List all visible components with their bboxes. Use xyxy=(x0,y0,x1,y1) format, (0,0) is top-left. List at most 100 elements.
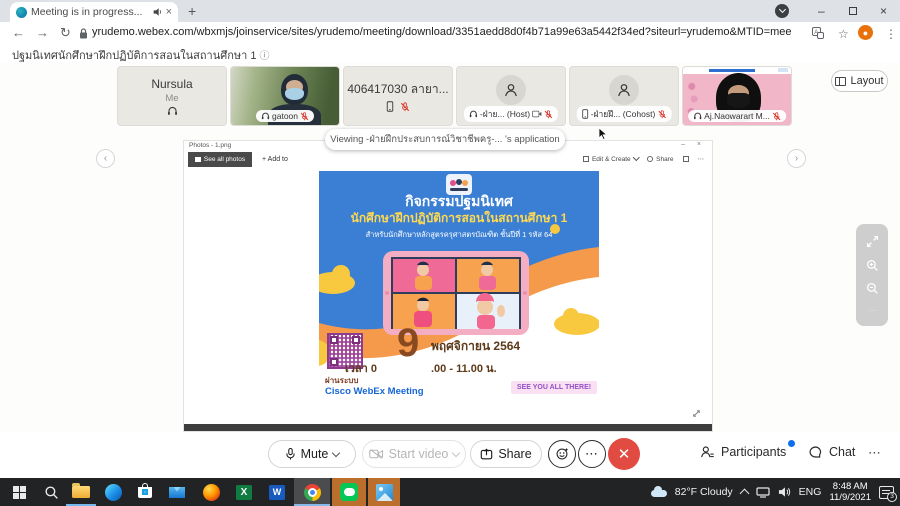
share-button[interactable]: Share xyxy=(470,440,542,468)
window-close-button[interactable]: × xyxy=(880,4,887,18)
participant-name: gatoon xyxy=(272,111,298,121)
url-text[interactable]: yrudemo.webex.com/wbxmjs/joinservice/sit… xyxy=(92,26,792,38)
poster-title-line2: นักศึกษาฝึกปฏิบัติการสอนในสถานศึกษา 1 xyxy=(319,209,599,228)
photos-window-controls: – × xyxy=(681,141,706,148)
page-title-row: ปฐมนิเทศนักศึกษาฝึกปฏิบัติการสอนในสถานศึ… xyxy=(0,44,900,63)
meeting-area: ‹ › Nursula Me xyxy=(0,62,900,432)
participant-label: -ฝ่ายฝึ... (Cohost) xyxy=(577,106,672,122)
start-video-button[interactable]: Start video xyxy=(362,440,466,468)
expand-corner-icon[interactable] xyxy=(691,408,702,419)
print-icon[interactable] xyxy=(683,156,689,162)
participant-tile-host[interactable]: -ฝ่าย... (Host) xyxy=(456,66,566,126)
chat-button[interactable]: Chat xyxy=(808,445,855,459)
browser-tab[interactable]: Meeting is in progress... × xyxy=(10,2,178,22)
volume-icon[interactable] xyxy=(778,486,791,498)
taskbar-store[interactable] xyxy=(130,478,160,506)
translate-icon[interactable]: A xyxy=(812,27,824,39)
edit-create-button[interactable]: Edit & Create xyxy=(583,156,638,163)
fullscreen-icon[interactable] xyxy=(866,235,879,248)
more-options-button[interactable]: ⋯ xyxy=(578,440,606,468)
reactions-button[interactable] xyxy=(548,440,576,468)
mic-muted-icon xyxy=(772,112,781,121)
taskbar-search-button[interactable] xyxy=(36,478,66,506)
taskbar-clock[interactable]: 8:48 AM 11/9/2021 xyxy=(829,481,871,503)
tray-expand-icon[interactable] xyxy=(739,489,749,499)
shared-screen-bottom-bar xyxy=(184,424,712,431)
participant-tile-gatoon[interactable]: gatoon xyxy=(230,66,340,126)
tab-audio-icon[interactable] xyxy=(152,7,162,17)
taskbar-line[interactable] xyxy=(332,478,366,506)
taskbar-chrome[interactable] xyxy=(294,478,330,506)
bookmark-star-icon[interactable]: ☆ xyxy=(838,27,849,41)
leave-meeting-button[interactable]: ✕ xyxy=(608,438,640,470)
person-icon xyxy=(502,81,520,99)
poster-platform-text: Cisco WebEx Meeting xyxy=(325,386,424,397)
line-app-icon xyxy=(340,483,358,501)
new-tab-button[interactable]: + xyxy=(188,3,196,19)
photos-share-button[interactable]: Share xyxy=(647,156,673,163)
browser-menu-icon[interactable]: ⋮ xyxy=(885,27,897,41)
add-to-button[interactable]: + Add to xyxy=(262,156,288,163)
participant-label: Aj.Naowarart M... xyxy=(688,110,786,122)
image-icon xyxy=(195,157,201,162)
taskbar-mail[interactable] xyxy=(162,478,192,506)
zoom-out-icon[interactable] xyxy=(866,282,879,295)
search-icon xyxy=(44,485,59,500)
window-maximize-button[interactable] xyxy=(849,7,857,15)
info-icon[interactable]: ⓘ xyxy=(260,51,270,62)
tab-close-icon[interactable]: × xyxy=(166,6,172,18)
participants-notification-dot xyxy=(788,440,795,447)
participant-tile-nursula[interactable]: Nursula Me xyxy=(117,66,227,126)
participant-name: Nursula xyxy=(151,77,192,91)
participants-button[interactable]: Participants xyxy=(700,445,786,459)
back-button-icon[interactable]: ← xyxy=(12,25,25,40)
taskbar-photos[interactable] xyxy=(368,478,400,506)
action-center-icon[interactable]: 3 xyxy=(879,486,894,499)
headset-icon xyxy=(469,110,478,118)
window-minimize-button[interactable]: – xyxy=(818,4,825,18)
mute-button[interactable]: Mute xyxy=(268,440,356,468)
language-indicator[interactable]: ENG xyxy=(799,486,822,498)
participant-tile-cohost[interactable]: -ฝ่ายฝึ... (Cohost) xyxy=(569,66,679,126)
taskbar-firefox[interactable] xyxy=(196,478,226,506)
zoom-in-icon[interactable] xyxy=(866,259,879,272)
browser-profile-icon[interactable] xyxy=(775,4,789,18)
network-icon[interactable] xyxy=(756,486,770,498)
taskbar-word[interactable] xyxy=(262,478,292,506)
reload-button-icon[interactable]: ↻ xyxy=(60,25,71,41)
participant-tile-naowarart[interactable]: Aj.Naowarart M... xyxy=(682,66,792,126)
weather-text[interactable]: 82°F Cloudy xyxy=(675,486,733,498)
video-options-chevron-icon[interactable] xyxy=(452,448,460,456)
account-avatar[interactable]: ● xyxy=(858,25,873,40)
page-title: ปฐมนิเทศนักศึกษาฝึกปฏิบัติการสอนในสถานศึ… xyxy=(12,50,256,62)
taskbar-file-explorer[interactable] xyxy=(66,478,96,506)
photos-more-icon[interactable]: ⋯ xyxy=(698,155,705,163)
participant-tile-phone[interactable]: 406417030 ลายา... xyxy=(343,66,453,126)
mouse-cursor xyxy=(598,127,608,141)
share-icon xyxy=(647,156,653,162)
forward-button-icon[interactable]: → xyxy=(36,25,49,40)
taskbar-excel[interactable] xyxy=(229,478,259,506)
chrome-icon xyxy=(304,484,321,501)
share-label: Share xyxy=(498,447,531,461)
weather-cloud-icon xyxy=(651,490,667,497)
panel-more-options-icon[interactable]: ⋯ xyxy=(868,445,882,461)
mail-icon xyxy=(169,487,185,498)
participants-label: Participants xyxy=(721,445,786,459)
participant-role: Me xyxy=(165,93,178,104)
clock-date: 11/9/2021 xyxy=(829,492,871,503)
mute-options-chevron-icon[interactable] xyxy=(332,448,340,456)
mic-icon xyxy=(285,447,296,461)
see-all-photos-button[interactable]: See all photos xyxy=(188,152,252,167)
taskbar-edge[interactable] xyxy=(98,478,128,506)
meeting-control-bar: Mute Start video Share xyxy=(0,432,900,478)
taskbar-system-tray: 82°F Cloudy ENG 8:48 AM 11/9/2021 3 xyxy=(651,478,900,506)
start-button[interactable] xyxy=(4,478,34,506)
participant-name: -ฝ่าย... (Host) xyxy=(480,107,530,121)
windows-logo-icon xyxy=(13,486,26,499)
filmstrip-prev-icon[interactable]: ‹ xyxy=(96,149,115,168)
layout-button[interactable]: Layout xyxy=(831,70,888,92)
filmstrip-next-icon[interactable]: › xyxy=(787,149,806,168)
padlock-icon[interactable] xyxy=(79,28,88,39)
chat-bubble-icon xyxy=(808,445,823,459)
